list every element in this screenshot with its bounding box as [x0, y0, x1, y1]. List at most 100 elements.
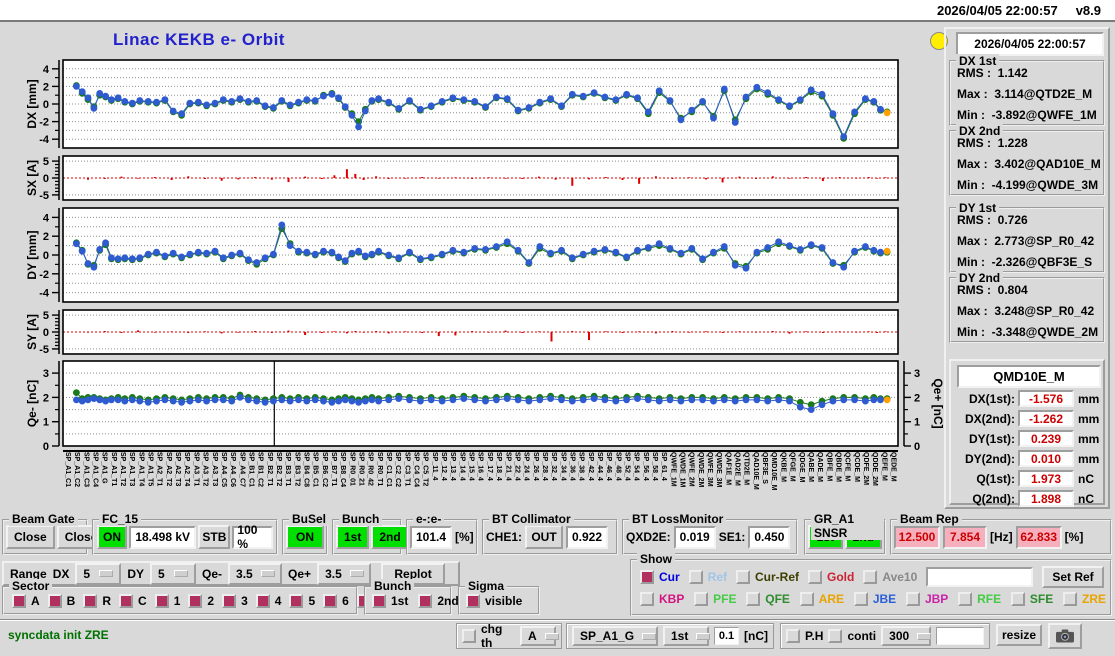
conti-checkbox[interactable]: [828, 629, 843, 643]
checkbox-ref[interactable]: Ref: [688, 570, 727, 584]
checkbox-qfe[interactable]: QFE: [746, 592, 790, 606]
bpm-label: QABE_M: [806, 452, 814, 482]
checkbox-a[interactable]: A: [12, 593, 40, 608]
checkbox-indicator-icon[interactable]: [746, 592, 761, 606]
ref-entry-field[interactable]: [926, 567, 1033, 587]
checkbox-indicator-icon[interactable]: [640, 570, 654, 584]
fc15-stb-button[interactable]: STB: [198, 525, 231, 549]
busel-on-button[interactable]: ON: [286, 525, 324, 549]
threshold-field[interactable]: 0.1: [714, 627, 739, 645]
checkbox-zre[interactable]: ZRE: [1062, 592, 1106, 606]
checkbox-2nd[interactable]: 2nd: [418, 593, 459, 608]
checkbox-indicator-icon[interactable]: [905, 592, 920, 606]
title-bar: 2026/04/05 22:00:57 v8.9: [0, 0, 1115, 22]
checkbox-indicator-icon[interactable]: [736, 570, 751, 584]
status-entry-field[interactable]: [936, 627, 984, 645]
bpm-label: SP_A4_C6: [229, 452, 237, 488]
checkbox-indicator-icon[interactable]: [688, 570, 703, 584]
checkbox-indicator-icon[interactable]: [958, 592, 973, 606]
checkbox-indicator-icon[interactable]: [47, 593, 62, 608]
checkbox-indicator-icon[interactable]: [1010, 592, 1025, 606]
checkbox-4[interactable]: 4: [255, 593, 281, 608]
count-dropdown[interactable]: 300: [881, 626, 932, 646]
checkbox-1[interactable]: 1: [154, 593, 180, 608]
fc15-percent-field[interactable]: 100 %: [232, 523, 273, 551]
checkbox-indicator-icon[interactable]: [418, 593, 433, 608]
checkbox-indicator-icon[interactable]: [1062, 592, 1077, 606]
checkbox-cur[interactable]: Cur: [640, 570, 680, 584]
checkbox-pfe[interactable]: PFE: [694, 592, 736, 606]
checkbox-indicator-icon[interactable]: [83, 593, 98, 608]
bpm-select-dropdown[interactable]: SP_A1_G: [572, 626, 658, 646]
checkbox-indicator-icon[interactable]: [154, 593, 169, 608]
checkbox-ave10[interactable]: Ave10: [863, 570, 917, 584]
checkbox-indicator-icon[interactable]: [799, 592, 814, 606]
checkbox-gold[interactable]: Gold: [808, 570, 854, 584]
checkbox-cur-ref[interactable]: Cur-Ref: [736, 570, 799, 584]
page-title: Linac KEKB e- Orbit: [113, 30, 285, 49]
beam-rep-legend: Beam Rep: [897, 512, 962, 526]
checkbox-5[interactable]: 5: [289, 593, 315, 608]
e-ratio-field[interactable]: 101.4: [410, 525, 452, 549]
bunch-select-dropdown[interactable]: 1st: [663, 626, 711, 646]
bpm-label: SP_42_4: [586, 452, 594, 481]
checkbox-indicator-icon[interactable]: [12, 593, 26, 608]
checkbox-indicator-icon[interactable]: [640, 592, 654, 606]
che1-out-button[interactable]: OUT: [525, 525, 564, 549]
e-ratio-frame: e-:e- 101.4 [%]: [406, 512, 478, 555]
che1-value-field[interactable]: 0.922: [566, 525, 609, 549]
bpm-label: QDDE_2M: [871, 452, 879, 486]
checkbox-indicator-icon[interactable]: [255, 593, 270, 608]
bpm-label: QBFE_M: [825, 452, 833, 482]
bpm-monitor-rows: DX(1st): -1.576 mm DX(2nd): -1.262 mm DY(1st):…: [953, 389, 1101, 509]
checkbox-b[interactable]: B: [47, 593, 75, 608]
bunch-2nd-button[interactable]: 2nd: [371, 525, 409, 549]
range-dy-dropdown[interactable]: 5: [150, 562, 197, 585]
checkbox-indicator-icon[interactable]: [289, 593, 304, 608]
bpm-label: SP_32_4: [550, 452, 558, 481]
checkbox-indicator-icon[interactable]: [808, 570, 823, 584]
screenshot-button[interactable]: [1048, 623, 1082, 649]
bpm-name-field[interactable]: QMD10E_M: [957, 365, 1101, 388]
range-qe-minus-dropdown[interactable]: 3.5: [228, 562, 283, 585]
checkbox-indicator-icon[interactable]: [222, 593, 237, 608]
chg-th-dropdown[interactable]: A: [520, 626, 559, 646]
bunch-frame: Bunch 1st 2nd: [332, 512, 409, 555]
range-qe-plus-dropdown[interactable]: 3.5: [317, 562, 372, 585]
checkbox-indicator-icon[interactable]: [853, 592, 868, 606]
checkbox-visible[interactable]: visible: [466, 593, 522, 608]
checkbox-indicator-icon[interactable]: [119, 593, 134, 608]
beam-gate-close-button-1[interactable]: Close: [6, 525, 55, 549]
checkbox-3[interactable]: 3: [222, 593, 248, 608]
checkbox-indicator-icon[interactable]: [466, 593, 480, 608]
bpm-label: QWDE_2M: [696, 452, 704, 488]
se1-value-field[interactable]: 0.450: [748, 525, 791, 549]
checkbox-indicator-icon[interactable]: [863, 570, 878, 584]
checkbox-6[interactable]: 6: [323, 593, 349, 608]
set-ref-button[interactable]: Set Ref: [1042, 566, 1104, 588]
checkbox-indicator-icon[interactable]: [188, 593, 203, 608]
bunch-1st-button[interactable]: 1st: [336, 525, 370, 549]
stat-frame-title: DY 2nd: [956, 271, 1004, 285]
resize-button[interactable]: resize: [996, 624, 1042, 646]
checkbox-jbe[interactable]: JBE: [853, 592, 896, 606]
checkbox-sfe[interactable]: SFE: [1010, 592, 1053, 606]
checkbox-r[interactable]: R: [83, 593, 111, 608]
checkbox-jbp[interactable]: JBP: [905, 592, 948, 606]
checkbox-c[interactable]: C: [119, 593, 147, 608]
bpm-label: QCDE_M: [852, 452, 860, 482]
checkbox-rfe[interactable]: RFE: [958, 592, 1001, 606]
checkbox-1st[interactable]: 1st: [372, 593, 408, 608]
fc15-on-button[interactable]: ON: [97, 525, 127, 549]
fc15-kv-field[interactable]: 18.498 kV: [129, 525, 197, 549]
checkbox-indicator-icon[interactable]: [372, 593, 386, 608]
chg-th-checkbox[interactable]: [462, 629, 476, 643]
qxd2e-value-field[interactable]: 0.019: [673, 525, 716, 549]
checkbox-indicator-icon[interactable]: [694, 592, 709, 606]
range-dx-dropdown[interactable]: 5: [75, 562, 122, 585]
ph-checkbox[interactable]: [786, 629, 800, 643]
checkbox-are[interactable]: ARE: [799, 592, 844, 606]
checkbox-indicator-icon[interactable]: [323, 593, 338, 608]
checkbox-2[interactable]: 2: [188, 593, 214, 608]
checkbox-kbp[interactable]: KBP: [640, 592, 684, 606]
